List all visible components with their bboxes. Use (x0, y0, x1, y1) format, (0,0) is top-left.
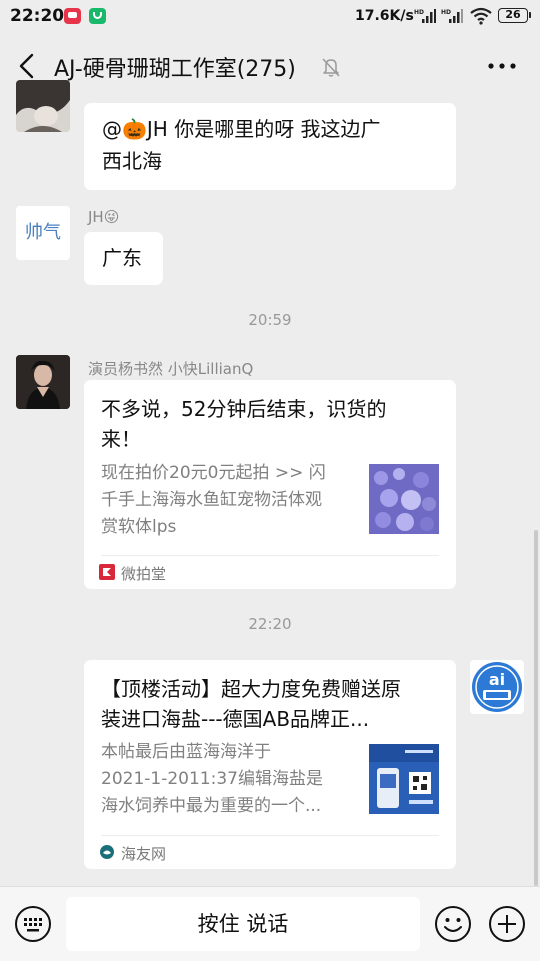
hd-signal-icon: HD (441, 9, 463, 23)
message-bubble[interactable]: @🎃JH 你是哪里的呀 我这边广 西北海 (84, 103, 456, 190)
card-source: 海友网 (121, 845, 167, 863)
svg-text:HD: HD (414, 9, 424, 16)
timestamp: 20:59 (248, 311, 292, 329)
divider (101, 835, 439, 836)
green-app-icon (89, 8, 106, 24)
sender-name: JH😜 (88, 208, 120, 226)
wifi-icon (470, 7, 492, 25)
avatar-text: 帅气 (25, 222, 61, 243)
status-bar: 22:20 17.6K/s HD HD 26 (0, 0, 540, 34)
card-thumbnail (369, 464, 439, 534)
battery-icon: 26 (498, 8, 531, 23)
card-title-line: 来！ (101, 427, 141, 451)
card-desc-line: 现在拍价20元0元起拍 >> 闪 (101, 463, 326, 483)
network-speed: 17.6K/s (355, 8, 414, 24)
hd-signal-icon: HD (414, 9, 436, 23)
emoji-icon[interactable] (434, 905, 472, 943)
scrollbar[interactable] (534, 530, 538, 886)
back-arrow-icon[interactable] (12, 48, 44, 84)
avatar[interactable] (16, 355, 70, 409)
plus-icon[interactable] (488, 905, 526, 943)
sender-name: 演员杨书然 小快LillianQ (88, 360, 254, 378)
card-desc-line: 赏软体lps (101, 517, 177, 537)
svg-text:HD: HD (441, 9, 451, 16)
card-desc-line: 千手上海海水鱼缸宠物活体观 (101, 490, 322, 510)
card-thumbnail (369, 744, 439, 814)
svg-text:ai: ai (489, 670, 505, 689)
message-line: @🎃JH 你是哪里的呀 我这边广 (102, 117, 381, 141)
red-app-icon (64, 8, 81, 24)
status-time: 22:20 (10, 6, 65, 26)
card-title-line: 装进口海盐---德国AB品牌正... (101, 707, 370, 731)
hold-to-talk-button[interactable]: 按住 说话 (66, 897, 420, 951)
card-desc-line: 海水饲养中最为重要的一个... (101, 796, 322, 816)
avatar[interactable]: 帅气 (16, 206, 70, 260)
timestamp: 22:20 (248, 615, 292, 633)
chat-header: AJ-硬骨珊瑚工作室(275) (0, 34, 540, 98)
card-desc-line: 本帖最后由蓝海海洋于 (101, 742, 271, 762)
divider (101, 555, 439, 556)
avatar[interactable] (16, 80, 70, 132)
chat-title: AJ-硬骨珊瑚工作室(275) (54, 57, 296, 82)
keyboard-icon[interactable] (14, 905, 52, 943)
mute-bell-icon (322, 58, 340, 77)
more-dots-icon[interactable] (486, 54, 518, 78)
input-bar: 按住 说话 (0, 886, 540, 961)
message-line: 西北海 (102, 149, 162, 173)
weipaitang-icon (99, 564, 115, 580)
self-avatar[interactable]: ai (470, 660, 524, 714)
card-title-line: 不多说，52分钟后结束，识货的 (101, 397, 387, 421)
haiyouwang-icon (100, 845, 114, 859)
message-line: 广东 (102, 246, 142, 270)
card-title-line: 【顶楼活动】超大力度免费赠送原 (101, 677, 401, 701)
link-card[interactable]: 不多说，52分钟后结束，识货的 来！ 现在拍价20元0元起拍 >> 闪 千手上海… (84, 380, 456, 589)
message-bubble[interactable]: 广东 (84, 232, 163, 285)
card-source: 微拍堂 (121, 565, 167, 583)
link-card[interactable]: 【顶楼活动】超大力度免费赠送原 装进口海盐---德国AB品牌正... 本帖最后由… (84, 660, 456, 869)
card-desc-line: 2021-1-2011:37编辑海盐是 (101, 769, 323, 789)
